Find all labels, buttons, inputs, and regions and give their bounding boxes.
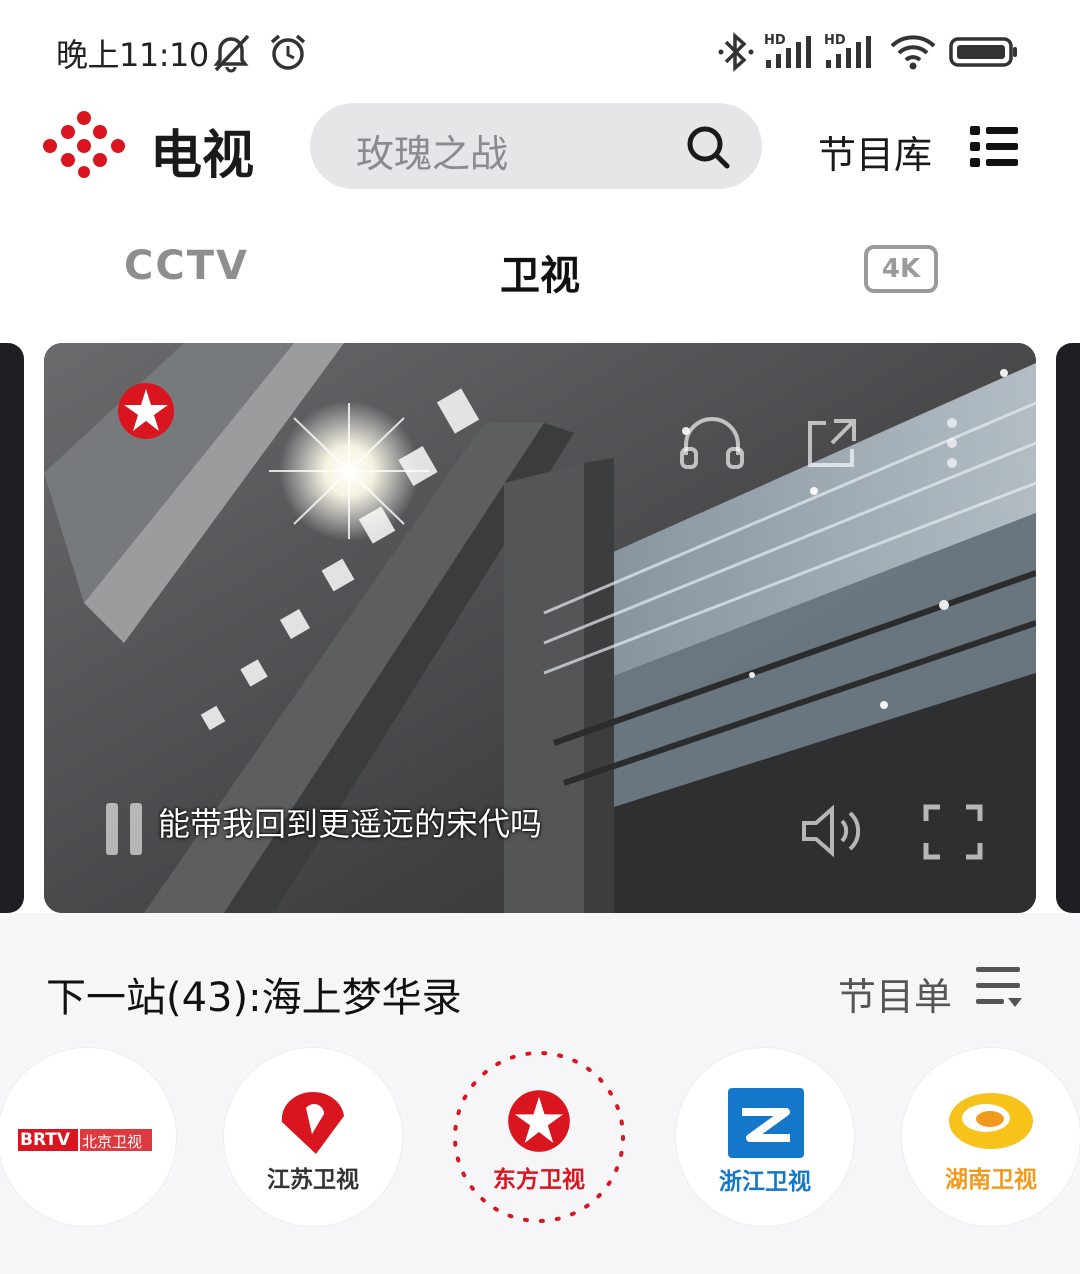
channel-name: 湖南卫视 — [945, 1167, 1037, 1193]
search-input[interactable]: 玫瑰之战 — [356, 123, 508, 178]
svg-text:HD: HD — [824, 33, 846, 48]
channel-dragon[interactable]: 东方卫视 — [450, 1048, 628, 1226]
channel-name: 江苏卫视 — [267, 1167, 359, 1193]
battery-icon — [949, 37, 1017, 67]
jiangsu-logo-icon — [281, 1091, 344, 1154]
cast-icon[interactable] — [804, 415, 860, 471]
signal-hd-1-icon: HD — [764, 33, 811, 68]
channel-name: 东方卫视 — [493, 1167, 585, 1193]
schedule-list-icon[interactable] — [974, 964, 1024, 1010]
video-player[interactable]: 能带我回到更遥远的宋代吗 — [44, 343, 1036, 913]
signal-hd-2-icon: HD — [824, 33, 871, 68]
brtv-brand: BRTV — [20, 1130, 71, 1150]
more-options-icon[interactable] — [942, 415, 962, 471]
dragon-tv-logo-icon — [508, 1090, 570, 1152]
search-icon[interactable] — [684, 123, 732, 171]
dragon-tv-logo — [118, 383, 174, 439]
wifi-icon — [890, 35, 936, 70]
channel-name: 浙江卫视 — [719, 1169, 811, 1195]
channel-beijing[interactable]: BRTV 北京卫视 — [0, 1048, 176, 1226]
status-time: 晚上11:10 — [56, 36, 209, 74]
fullscreen-icon[interactable] — [922, 803, 984, 861]
hunan-logo-icon — [949, 1093, 1033, 1149]
channel-jiangsu[interactable]: 江苏卫视 — [224, 1048, 402, 1226]
tab-cctv[interactable]: CCTV — [124, 243, 249, 289]
program-library-link[interactable]: 节目库 — [818, 124, 932, 179]
tab-satellite[interactable]: 卫视 — [500, 243, 580, 301]
bluetooth-icon — [718, 32, 754, 72]
app-title: 电视 — [150, 126, 255, 186]
status-bar: 晚上11:10 HD HD — [0, 0, 1080, 100]
video-subtitle: 能带我回到更遥远的宋代吗 — [158, 805, 543, 843]
prev-card-edge[interactable] — [0, 343, 24, 913]
channel-zhejiang[interactable]: 浙江卫视 — [676, 1048, 854, 1226]
headphones-icon[interactable] — [678, 415, 746, 471]
channel-hunan[interactable]: 湖南卫视 — [902, 1048, 1080, 1226]
next-card-edge[interactable] — [1056, 343, 1080, 913]
mute-bell-icon — [213, 34, 250, 73]
alarm-icon — [270, 34, 306, 70]
schedule-link[interactable]: 节目单 — [838, 966, 952, 1021]
list-menu-icon[interactable] — [968, 124, 1020, 170]
pause-icon[interactable] — [100, 799, 152, 859]
next-program-label: 下一站(43):海上梦华录 — [46, 975, 462, 1021]
zhejiang-logo-icon — [728, 1088, 804, 1158]
svg-text:HD: HD — [764, 33, 786, 48]
app-logo-icon — [43, 111, 125, 178]
volume-icon[interactable] — [798, 803, 868, 859]
brtv-sub: 北京卫视 — [82, 1133, 143, 1151]
search-bar[interactable]: 玫瑰之战 — [310, 103, 762, 189]
tab-4k[interactable]: 4K — [864, 245, 938, 293]
